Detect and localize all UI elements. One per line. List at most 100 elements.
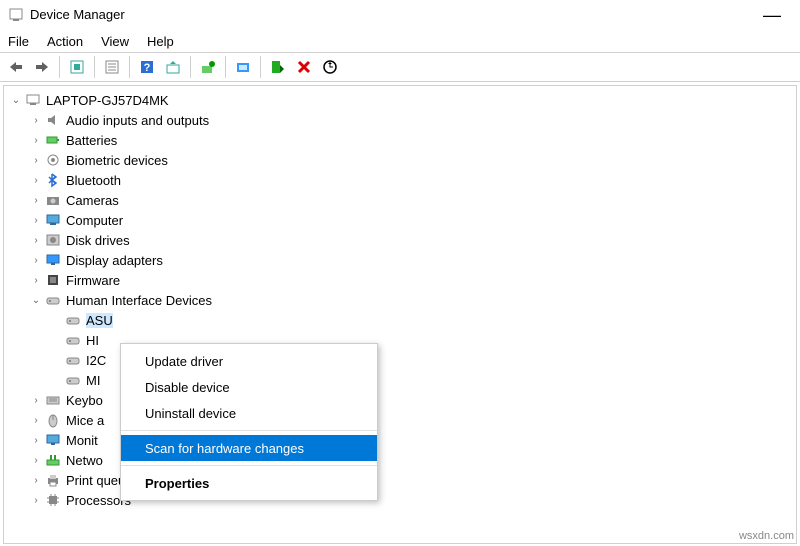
tree-item[interactable]: › Computer <box>4 210 796 230</box>
expand-icon[interactable]: › <box>28 275 44 286</box>
menu-file[interactable]: File <box>8 34 29 49</box>
bluetooth-icon <box>44 172 62 188</box>
tree-item-label: Firmware <box>66 273 120 288</box>
tree-item[interactable]: › Disk drives <box>4 230 796 250</box>
expand-icon[interactable]: › <box>28 475 44 486</box>
monitor-icon <box>44 432 62 448</box>
expand-icon[interactable]: › <box>28 455 44 466</box>
display-icon <box>44 252 62 268</box>
menu-bar: File Action View Help <box>0 30 800 52</box>
forward-button[interactable] <box>30 55 54 79</box>
menu-properties[interactable]: Properties <box>121 470 377 496</box>
app-icon <box>8 7 24 23</box>
tree-item-label: Display adapters <box>66 253 163 268</box>
hid-icon <box>44 292 62 308</box>
tree-item-label: I2C <box>86 353 106 368</box>
title-bar: Device Manager — <box>0 0 800 30</box>
menu-uninstall-device[interactable]: Uninstall device <box>121 400 377 426</box>
menu-scan-hardware[interactable]: Scan for hardware changes <box>121 435 377 461</box>
expand-icon[interactable]: ⌄ <box>28 295 44 306</box>
toolbar-separator <box>94 56 95 78</box>
tree-item-label: Disk drives <box>66 233 130 248</box>
minimize-button[interactable]: — <box>752 8 792 22</box>
scan-button[interactable] <box>161 55 185 79</box>
tree-root-label: LAPTOP-GJ57D4MK <box>46 93 169 108</box>
menu-disable-device[interactable]: Disable device <box>121 374 377 400</box>
properties-button[interactable] <box>100 55 124 79</box>
tree-item-label: Keybo <box>66 393 103 408</box>
tree-item-label: Human Interface Devices <box>66 293 212 308</box>
uninstall-button[interactable] <box>292 55 316 79</box>
tree-item-label: Biometric devices <box>66 153 168 168</box>
tree-item-label: Bluetooth <box>66 173 121 188</box>
tree-item[interactable]: › Biometric devices <box>4 150 796 170</box>
help-button[interactable]: ? <box>135 55 159 79</box>
show-hidden-button[interactable] <box>65 55 89 79</box>
tree-item-label: HI <box>86 333 99 348</box>
tree-item[interactable]: › Display adapters <box>4 250 796 270</box>
menu-view[interactable]: View <box>101 34 129 49</box>
tree-item[interactable]: › Firmware <box>4 270 796 290</box>
tree-item-label: Batteries <box>66 133 117 148</box>
expand-icon[interactable]: › <box>28 435 44 446</box>
context-menu: Update driver Disable device Uninstall d… <box>120 343 378 501</box>
network-icon <box>44 452 62 468</box>
scan-hardware-button[interactable] <box>318 55 342 79</box>
window-title: Device Manager <box>30 7 752 22</box>
menu-action[interactable]: Action <box>47 34 83 49</box>
menu-help[interactable]: Help <box>147 34 174 49</box>
battery-icon <box>44 132 62 148</box>
tree-root[interactable]: ⌄ LAPTOP-GJ57D4MK <box>4 90 796 110</box>
tree-item-label: Mice a <box>66 413 104 428</box>
menu-separator <box>121 430 377 431</box>
tree-item[interactable]: › Cameras <box>4 190 796 210</box>
hidchild-icon <box>64 312 82 328</box>
tree-item-label: Audio inputs and outputs <box>66 113 209 128</box>
tree-item[interactable]: ⌄ Human Interface Devices <box>4 290 796 310</box>
expand-icon[interactable]: › <box>28 135 44 146</box>
menu-update-driver[interactable]: Update driver <box>121 348 377 374</box>
enable-button[interactable] <box>231 55 255 79</box>
expand-icon[interactable]: › <box>28 255 44 266</box>
expand-icon[interactable]: › <box>28 115 44 126</box>
tree-item[interactable]: ASU <box>4 310 796 330</box>
toolbar-separator <box>190 56 191 78</box>
expand-icon[interactable]: ⌄ <box>8 95 24 106</box>
cpu-icon <box>44 492 62 508</box>
tree-item[interactable]: › Audio inputs and outputs <box>4 110 796 130</box>
tree-item-label: Netwo <box>66 453 103 468</box>
expand-icon[interactable]: › <box>28 495 44 506</box>
toolbar-separator <box>260 56 261 78</box>
expand-icon[interactable]: › <box>28 175 44 186</box>
mouse-icon <box>44 412 62 428</box>
expand-icon[interactable]: › <box>28 415 44 426</box>
tree-item-label: ASU <box>86 313 113 328</box>
watermark: wsxdn.com <box>739 530 794 542</box>
toolbar: ? <box>0 52 800 82</box>
expand-icon[interactable]: › <box>28 195 44 206</box>
hidchild-icon <box>64 352 82 368</box>
expand-icon[interactable]: › <box>28 235 44 246</box>
tree-item-label: MI <box>86 373 100 388</box>
tree-item-label: Cameras <box>66 193 119 208</box>
disable-button[interactable] <box>266 55 290 79</box>
menu-separator <box>121 465 377 466</box>
update-driver-button[interactable] <box>196 55 220 79</box>
expand-icon[interactable]: › <box>28 395 44 406</box>
toolbar-separator <box>59 56 60 78</box>
camera-icon <box>44 192 62 208</box>
back-button[interactable] <box>4 55 28 79</box>
tree-item-label: Computer <box>66 213 123 228</box>
tree-item[interactable]: › Bluetooth <box>4 170 796 190</box>
tree-item[interactable]: › Batteries <box>4 130 796 150</box>
biometric-icon <box>44 152 62 168</box>
computer-icon <box>44 212 62 228</box>
hidchild-icon <box>64 372 82 388</box>
computer-icon <box>24 92 42 108</box>
disk-icon <box>44 232 62 248</box>
firmware-icon <box>44 272 62 288</box>
keyboard-icon <box>44 392 62 408</box>
expand-icon[interactable]: › <box>28 215 44 226</box>
expand-icon[interactable]: › <box>28 155 44 166</box>
svg-text:?: ? <box>144 62 151 74</box>
